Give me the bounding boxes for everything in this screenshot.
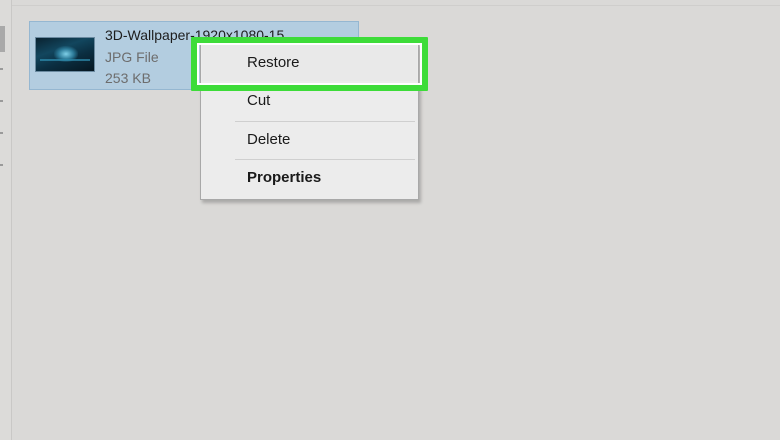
navigation-pane-edge[interactable] bbox=[0, 0, 12, 440]
file-type: JPG File bbox=[105, 49, 159, 65]
highlight-inner-border bbox=[197, 43, 422, 85]
top-divider bbox=[12, 0, 780, 6]
menu-item-label: Delete bbox=[247, 131, 291, 148]
file-size: 253 KB bbox=[105, 70, 151, 86]
restore-highlight-box bbox=[191, 37, 428, 91]
file-thumbnail bbox=[35, 37, 95, 72]
menu-item-label: Properties bbox=[247, 169, 322, 186]
pane-tick bbox=[0, 164, 3, 166]
menu-item-delete[interactable]: Delete bbox=[202, 122, 417, 158]
menu-item-properties[interactable]: Properties bbox=[202, 160, 417, 196]
thumbnail-streak bbox=[40, 59, 90, 61]
menu-item-label: Cut bbox=[247, 92, 271, 109]
pane-tick bbox=[0, 132, 3, 134]
pane-tick bbox=[0, 100, 3, 102]
pane-tick bbox=[0, 68, 3, 70]
pane-selection-marker bbox=[0, 26, 5, 52]
